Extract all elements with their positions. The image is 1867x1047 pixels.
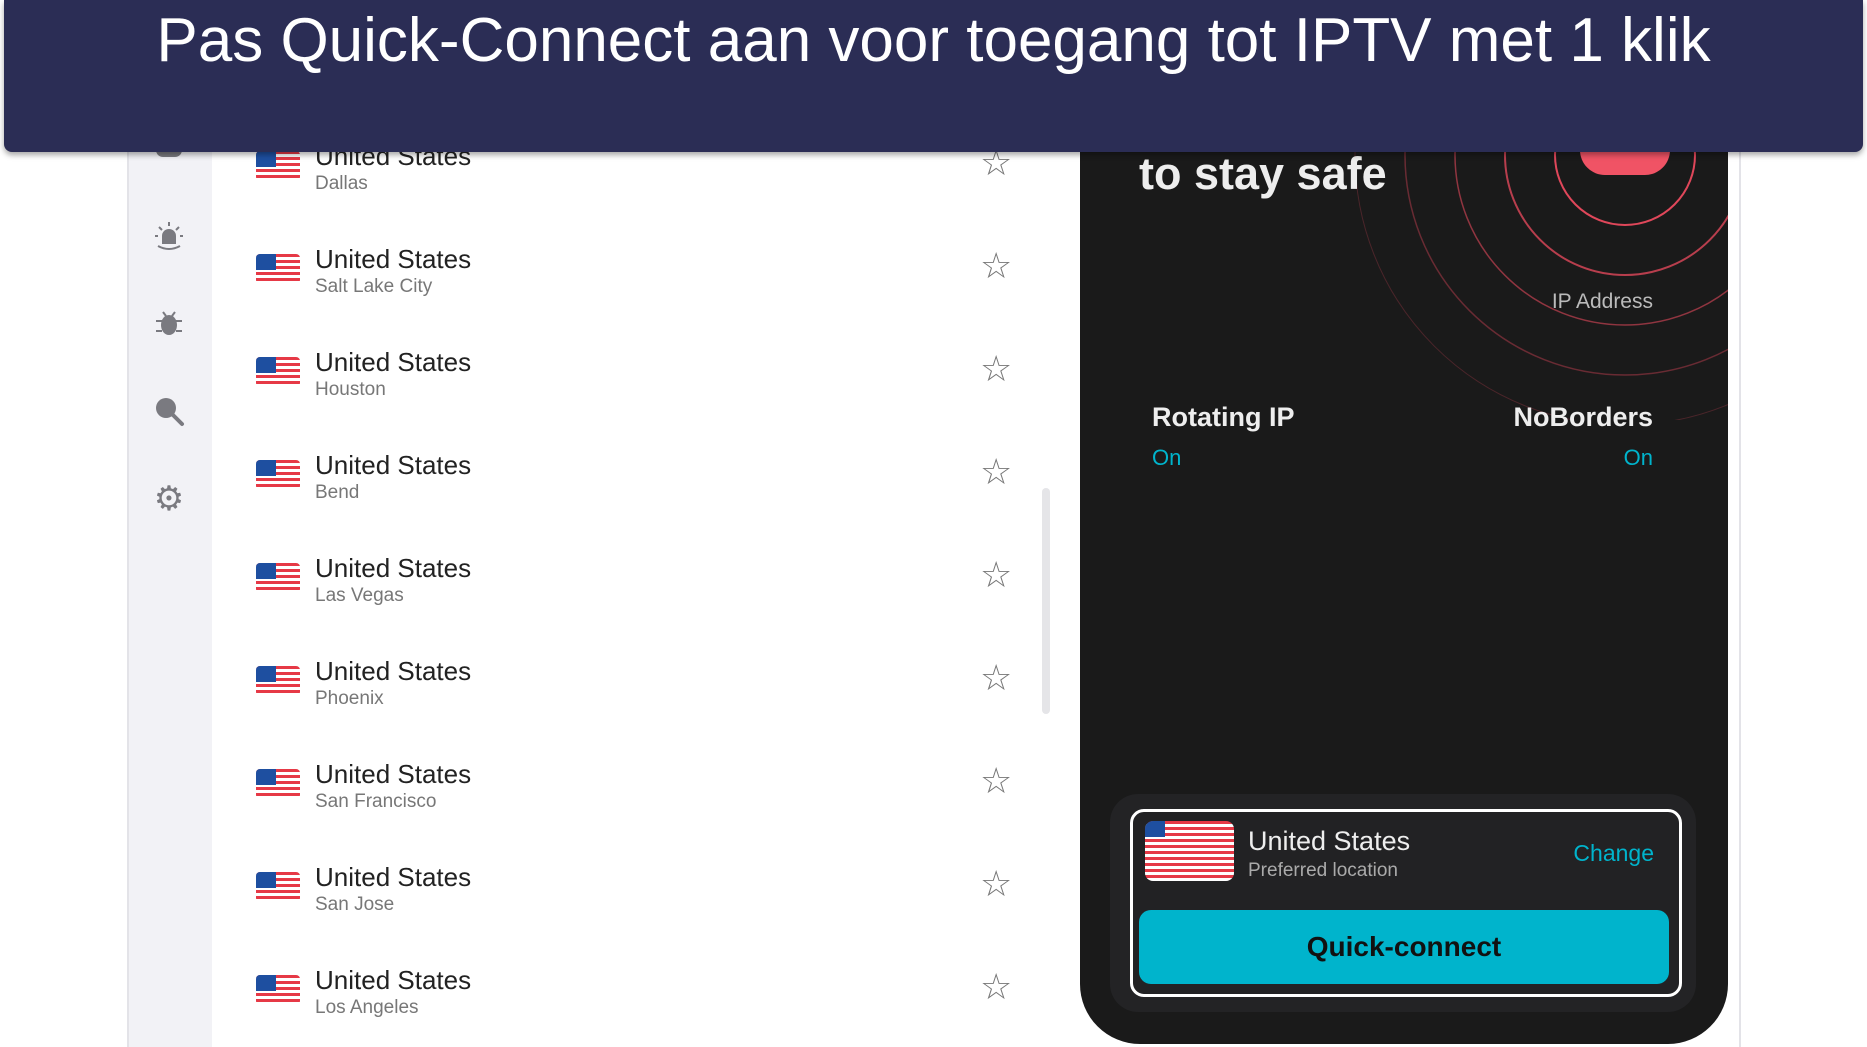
rotating-ip-status[interactable]: On bbox=[1152, 445, 1181, 471]
location-city: Dallas bbox=[315, 173, 368, 194]
location-city: Houston bbox=[315, 379, 386, 400]
location-country: United States bbox=[315, 553, 472, 583]
location-city: San Francisco bbox=[315, 791, 437, 812]
favorite-star-icon[interactable]: ☆ bbox=[980, 660, 1012, 696]
us-flag-icon bbox=[256, 151, 300, 181]
location-row[interactable]: United States Bend ☆ bbox=[212, 424, 1042, 527]
location-subtitle: Preferred location bbox=[1248, 860, 1398, 881]
us-flag-icon bbox=[256, 872, 300, 902]
noborders-label: NoBorders bbox=[1513, 402, 1653, 432]
location-city: Los Angeles bbox=[315, 997, 419, 1018]
us-flag-icon bbox=[256, 563, 300, 593]
location-country: United States bbox=[315, 656, 472, 686]
favorite-star-icon[interactable]: ☆ bbox=[980, 557, 1012, 593]
highlight-frame: United States Preferred location Change … bbox=[1130, 809, 1682, 997]
location-country: United States bbox=[315, 759, 472, 789]
banner-title: Pas Quick-Connect aan voor toegang tot I… bbox=[4, 0, 1863, 152]
location-country: United States bbox=[315, 244, 472, 274]
connection-panel: to stay safe IP Address Rotating IP On N… bbox=[1080, 0, 1728, 1044]
headline: to stay safe bbox=[1139, 148, 1387, 199]
search-icon[interactable] bbox=[152, 394, 186, 428]
change-location-link[interactable]: Change bbox=[1573, 840, 1654, 867]
location-city: Las Vegas bbox=[315, 585, 404, 606]
gear-icon[interactable]: ⚙ bbox=[152, 480, 186, 518]
us-flag-icon bbox=[256, 666, 300, 696]
location-country: United States bbox=[315, 862, 472, 892]
location-row[interactable]: United States Phoenix ☆ bbox=[212, 630, 1042, 733]
bug-icon[interactable] bbox=[152, 306, 186, 340]
us-flag-icon bbox=[256, 357, 300, 387]
location-country: United States bbox=[315, 965, 472, 995]
location-country: United States bbox=[1248, 826, 1411, 856]
favorite-star-icon[interactable]: ☆ bbox=[980, 454, 1012, 490]
location-row[interactable]: United States San Jose ☆ bbox=[212, 836, 1042, 939]
us-flag-icon bbox=[256, 460, 300, 490]
ip-address-label: IP Address bbox=[1551, 290, 1653, 313]
us-flag-icon bbox=[256, 975, 300, 1005]
noborders-status[interactable]: On bbox=[1624, 445, 1653, 471]
favorite-star-icon[interactable]: ☆ bbox=[980, 351, 1012, 387]
location-row[interactable]: United States Salt Lake City ☆ bbox=[212, 218, 1042, 321]
rotating-ip-label: Rotating IP bbox=[1152, 402, 1295, 432]
us-flag-icon bbox=[256, 769, 300, 799]
location-row[interactable]: United States San Francisco ☆ bbox=[212, 733, 1042, 836]
location-city: Bend bbox=[315, 482, 360, 503]
location-country: United States bbox=[315, 450, 472, 480]
favorite-star-icon[interactable]: ☆ bbox=[980, 248, 1012, 284]
favorite-star-icon[interactable]: ☆ bbox=[980, 866, 1012, 902]
location-row[interactable]: United States Los Angeles ☆ bbox=[212, 939, 1042, 1042]
location-city: Phoenix bbox=[315, 688, 384, 709]
alarm-icon[interactable] bbox=[152, 219, 186, 253]
location-city: San Jose bbox=[315, 894, 395, 915]
location-row[interactable]: United States Houston ☆ bbox=[212, 321, 1042, 424]
scrollbar[interactable] bbox=[1042, 488, 1050, 714]
quick-connect-button[interactable]: Quick-connect bbox=[1139, 910, 1669, 984]
us-flag-icon bbox=[256, 254, 300, 284]
favorite-star-icon[interactable]: ☆ bbox=[980, 763, 1012, 799]
location-row[interactable]: United States Las Vegas ☆ bbox=[212, 527, 1042, 630]
favorite-star-icon[interactable]: ☆ bbox=[980, 969, 1012, 1005]
location-city: Salt Lake City bbox=[315, 276, 433, 297]
us-flag-icon bbox=[1145, 821, 1234, 881]
location-country: United States bbox=[315, 347, 472, 377]
